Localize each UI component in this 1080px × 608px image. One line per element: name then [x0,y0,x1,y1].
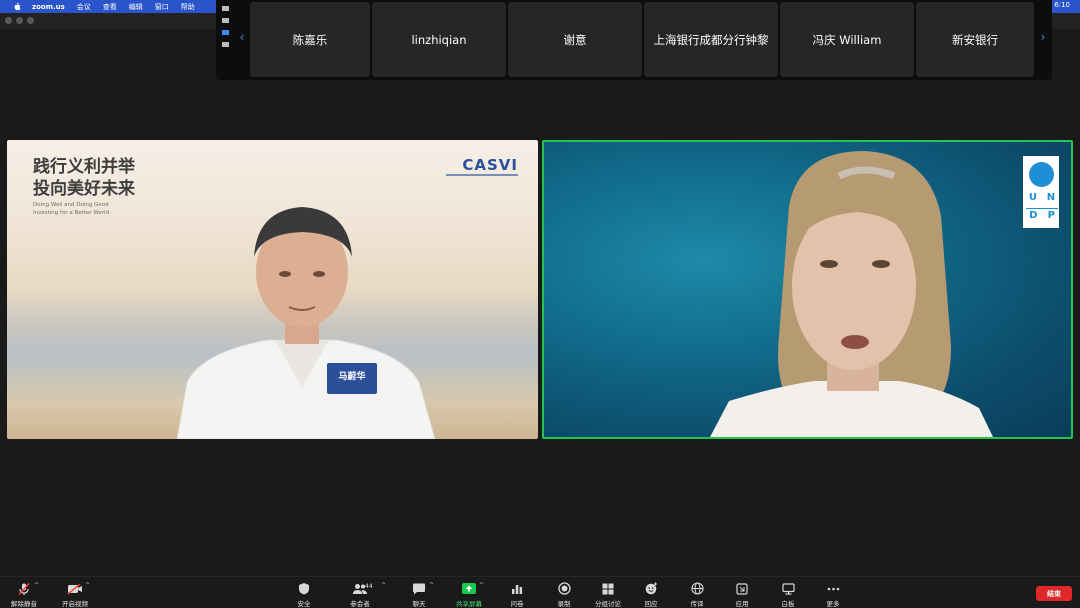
record-button[interactable]: 录制 [539,581,589,608]
more-button[interactable]: 更多 [808,581,858,608]
video-pane-left[interactable]: 践行义利并举 投向美好未来 Doing Well and Doing Good … [7,140,538,439]
un-emblem-icon [1029,162,1054,187]
strip-prev-icon[interactable]: ‹ [235,30,249,44]
participant-tile[interactable]: 陈嘉乐 [250,2,370,77]
record-icon [556,581,572,596]
zoom-window-button[interactable] [27,17,34,24]
background-headline: 践行义利并举 投向美好未来 [33,157,135,199]
zoom-window: zoom.us 会议 查看 编辑 窗口 帮助 6:10 ‹ 陈嘉乐 linzhi… [0,0,1080,608]
bar-chart-icon [509,581,525,596]
participant-tile[interactable]: 上海银行成都分行钟黎 [644,2,778,77]
audio-options-caret-icon[interactable]: ^ [34,582,39,589]
more-dots-icon [825,581,841,596]
menu-meeting[interactable]: 会议 [77,2,91,12]
view-option-1[interactable] [221,6,229,11]
participant-tile[interactable]: linzhiqian [372,2,506,77]
view-option-strip[interactable] [221,30,229,35]
apple-menu-icon[interactable] [12,2,22,12]
polls-button[interactable]: 问卷 [492,581,542,608]
chat-button[interactable]: ^ 聊天 [394,581,444,608]
chat-bubble-icon: ^ [411,581,434,596]
participants-button[interactable]: 44 ^ 参会者 [335,581,386,608]
strip-next-icon[interactable]: › [1036,30,1050,44]
name-badge: 马蔚华 [327,363,377,394]
mic-muted-icon: ^ [16,581,39,596]
view-option-2[interactable] [221,18,229,23]
grid-icon [600,581,616,596]
undp-logo: UN DP [1023,156,1059,228]
security-button[interactable]: 安全 [279,581,329,608]
menu-view[interactable]: 查看 [103,2,117,12]
meeting-toolbar: ^ 解除静音 ^ 开启视频 安全 44 ^ 参会者 ^ 聊天 ^ 共享屏幕 问卷… [0,576,1080,608]
unmute-button[interactable]: ^ 解除静音 [0,581,49,608]
casvi-logo-underline [446,174,518,176]
whiteboard-button[interactable]: 白板 [763,581,813,608]
participant-tile[interactable]: 新安银行 [916,2,1034,77]
share-options-caret-icon[interactable]: ^ [479,582,484,589]
participants-count: 44 [365,583,373,590]
whiteboard-icon [780,581,796,596]
chat-options-caret-icon[interactable]: ^ [429,582,434,589]
start-video-button[interactable]: ^ 开启视频 [50,581,100,608]
undp-logo-line2: DP [1029,210,1055,221]
menu-edit[interactable]: 编辑 [129,2,143,12]
shield-icon [296,581,312,596]
gallery-view-icon[interactable] [221,42,229,47]
video-off-icon: ^ [67,581,90,596]
people-icon: 44 ^ [352,581,386,596]
casvi-logo: CASVI [462,156,518,174]
close-window-button[interactable] [5,17,12,24]
apps-icon [734,581,750,596]
end-meeting-button[interactable]: 结束 [1036,586,1072,601]
menu-window[interactable]: 窗口 [155,2,169,12]
background-subline: Doing Well and Doing Good Investing for … [33,202,110,216]
menu-app-name[interactable]: zoom.us [32,3,65,11]
minimize-window-button[interactable] [16,17,23,24]
globe-icon [689,581,705,596]
share-screen-button[interactable]: ^ 共享屏幕 [444,581,494,608]
smiley-icon [643,581,659,596]
participants-options-caret-icon[interactable]: ^ [381,582,386,589]
participant-tile[interactable]: 冯庆 William [780,2,914,77]
view-switcher [218,6,232,62]
participant-strip: ‹ 陈嘉乐 linzhiqian 谢意 上海银行成都分行钟黎 冯庆 Willia… [216,0,1052,80]
menubar-clock: 6:10 [1054,1,1070,9]
share-screen-icon: ^ [461,581,484,596]
video-options-caret-icon[interactable]: ^ [85,582,90,589]
interpretation-button[interactable]: 传译 [672,581,722,608]
apps-button[interactable]: 应用 [717,581,767,608]
speaker-figure-left [176,207,436,439]
participant-tile[interactable]: 谢意 [508,2,642,77]
reactions-button[interactable]: 回应 [626,581,676,608]
video-pane-right-active-speaker[interactable]: UN DP [542,140,1073,439]
speaker-figure-right [710,151,994,437]
undp-logo-line1: UN [1028,192,1056,203]
menu-help[interactable]: 帮助 [181,2,195,12]
